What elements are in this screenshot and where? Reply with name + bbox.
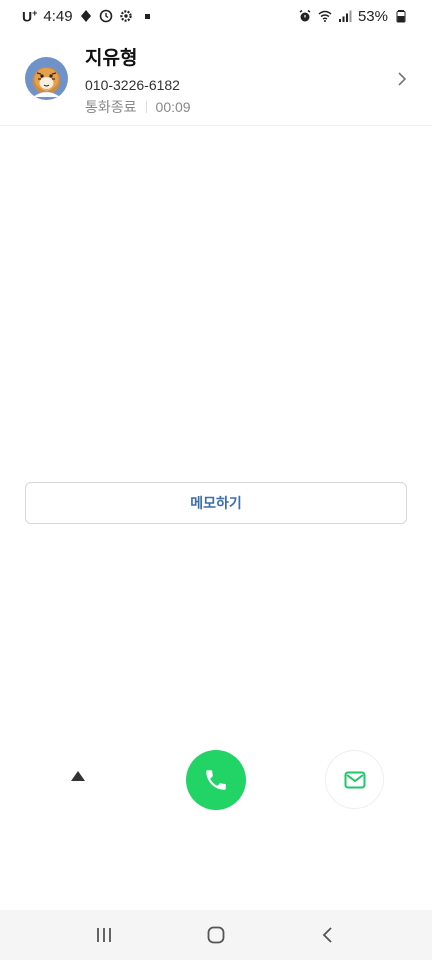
recent-apps-icon [97, 928, 111, 942]
contact-header[interactable]: 지유형 010-3226-6182 통화종료 00:09 [0, 40, 432, 126]
navigation-icon [79, 9, 93, 23]
signal-icon [338, 9, 352, 23]
chevron-right-icon[interactable] [397, 71, 407, 87]
wifi-icon [318, 9, 332, 23]
status-time: 4:49 [43, 7, 73, 25]
message-button[interactable] [325, 750, 384, 809]
home-button[interactable] [196, 915, 236, 955]
memo-button[interactable]: 메모하기 [25, 482, 407, 524]
contact-info: 지유형 010-3226-6182 통화종료 00:09 [85, 46, 191, 115]
battery-percent: 53% [357, 7, 388, 25]
back-icon [322, 927, 332, 943]
call-duration: 00:09 [155, 99, 191, 115]
call-status: 통화종료 [85, 99, 137, 115]
contact-name: 지유형 [85, 48, 138, 69]
meta-divider [145, 101, 147, 113]
system-navigation-bar [0, 910, 432, 960]
call-detail-screen: U+ 4:49 53% 지유형 010-3226-6182 통화종료 00:09… [0, 0, 432, 960]
phone-icon [206, 770, 226, 790]
alarm-icon [298, 9, 312, 23]
clock-icon [99, 9, 113, 23]
notification-dot-icon [144, 13, 150, 19]
call-button[interactable] [186, 750, 246, 810]
status-bar-left: U+ 4:49 [22, 8, 150, 25]
settings-icon [119, 9, 133, 23]
call-meta: 통화종료 00:09 [85, 99, 191, 115]
home-icon [207, 926, 225, 944]
status-bar-right: 53% [298, 8, 408, 25]
triangle-up-icon[interactable] [70, 770, 86, 782]
recent-apps-button[interactable] [84, 915, 124, 955]
back-button[interactable] [308, 915, 348, 955]
carrier-label: U+ [22, 7, 38, 25]
battery-icon [394, 9, 408, 23]
contact-phone-number: 010-3226-6182 [85, 77, 180, 93]
status-bar: U+ 4:49 53% [0, 0, 432, 32]
avatar [25, 57, 68, 100]
envelope-icon [344, 771, 365, 788]
